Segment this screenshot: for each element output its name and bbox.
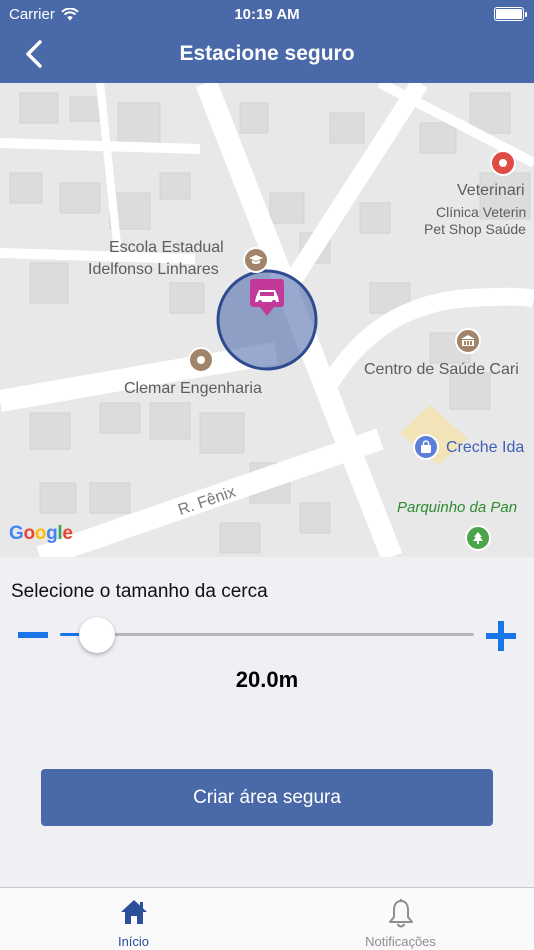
fence-size-slider[interactable] <box>60 617 474 653</box>
map-label-vet-2: Clínica Veterin <box>436 204 527 220</box>
create-safe-area-label: Criar área segura <box>193 786 341 808</box>
tab-notifications-label: Notificações <box>365 934 436 949</box>
map-label-health-center: Centro de Saúde Cari <box>364 361 519 378</box>
fence-size-label: Selecione o tamanho da cerca <box>11 581 268 602</box>
shopping-bag-icon[interactable] <box>413 434 439 460</box>
battery-icon <box>494 7 527 21</box>
vet-pin-icon[interactable] <box>490 150 516 176</box>
bell-icon <box>267 898 534 930</box>
tree-icon[interactable] <box>465 525 491 551</box>
school-icon[interactable] <box>243 247 269 273</box>
map-label-school-2: Idelfonso Linhares <box>88 261 219 278</box>
fence-size-value: 20.0m <box>235 667 299 692</box>
map-label-park: Parquinho da Pan <box>397 499 518 516</box>
slider-thumb[interactable] <box>79 617 115 653</box>
tab-home-label: Início <box>117 934 150 949</box>
tab-notifications[interactable]: Notificações <box>267 888 534 950</box>
google-letter: e <box>62 523 73 544</box>
google-letter: o <box>23 523 35 544</box>
map-label-vet-3: Pet Shop Saúde <box>424 221 526 237</box>
google-logo: Google <box>9 523 73 545</box>
map-view[interactable]: Escola Estadual Idelfonso Linhares Veter… <box>0 83 534 557</box>
google-letter: g <box>46 523 58 544</box>
map-label-school-1: Escola Estadual <box>109 239 224 256</box>
plus-icon[interactable] <box>486 621 516 651</box>
app-header: Carrier 10:19 AM Estacione seguro <box>0 0 534 83</box>
map-label-company: Clemar Engenharia <box>124 380 262 397</box>
map-streets <box>0 83 534 557</box>
minus-icon[interactable] <box>18 620 48 650</box>
status-time: 10:19 AM <box>234 6 300 23</box>
tab-home[interactable]: Início <box>0 888 267 950</box>
pin-icon[interactable] <box>188 347 214 373</box>
create-safe-area-button[interactable]: Criar área segura <box>41 769 493 826</box>
map-label-daycare: Creche Ida <box>446 439 525 456</box>
hospital-icon[interactable] <box>455 328 481 354</box>
map-label-vet-1: Veterinari <box>457 182 525 199</box>
status-bar: Carrier 10:19 AM <box>0 0 534 28</box>
tab-bar: Início Notificações <box>0 887 534 950</box>
home-icon <box>0 898 267 930</box>
fence-controls: Selecione o tamanho da cerca 20.0m Criar… <box>0 557 534 887</box>
navigation-bar: Estacione seguro <box>0 30 534 80</box>
page-title: Estacione seguro <box>179 42 355 65</box>
google-letter: G <box>9 523 24 544</box>
google-letter: o <box>34 523 47 544</box>
slider-track <box>60 633 474 636</box>
